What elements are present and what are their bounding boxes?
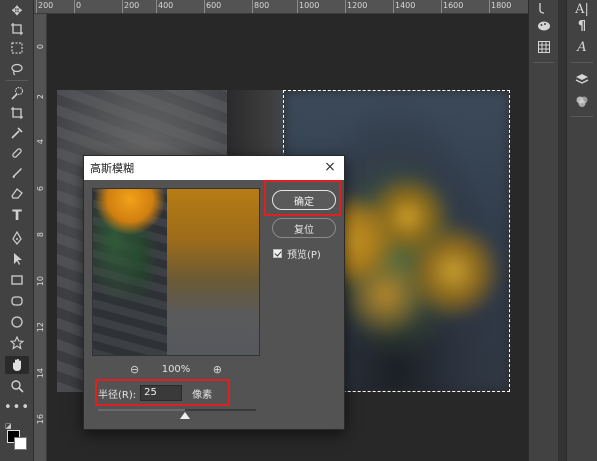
- panel-dock-2: A| ¶ A: [566, 0, 597, 461]
- history-icon[interactable]: [529, 0, 558, 18]
- top-ruler: 200 0 200 400 600 800 1000 1200 1400 160…: [34, 0, 528, 14]
- rectangle-tool-icon[interactable]: [5, 271, 29, 289]
- blur-preview[interactable]: [92, 188, 260, 356]
- panel-dock-1: [528, 0, 558, 461]
- radius-slider-thumb[interactable]: [180, 412, 190, 419]
- glyphs-icon[interactable]: A: [567, 38, 597, 56]
- ruler-label: 1800: [491, 1, 512, 10]
- dialog-titlebar[interactable]: 高斯模糊 ×: [84, 156, 344, 180]
- type-tool-icon[interactable]: T: [5, 207, 29, 225]
- ruler-label: 10: [36, 276, 45, 287]
- zoom-level: 100%: [161, 363, 191, 375]
- ruler-label: 400: [158, 1, 174, 10]
- ruler-label: 16: [36, 414, 45, 425]
- custom-shape-icon[interactable]: [5, 334, 29, 352]
- ruler-label: 6: [36, 186, 45, 192]
- dialog-title: 高斯模糊: [90, 162, 134, 175]
- swatches-icon[interactable]: [529, 38, 558, 56]
- ruler-label: 200: [38, 1, 54, 10]
- preview-checkbox[interactable]: [273, 249, 282, 258]
- highlight-radius-field: [95, 379, 230, 406]
- ruler-label: 800: [254, 1, 270, 10]
- channels-icon[interactable]: [567, 92, 597, 110]
- ruler-label: 1600: [443, 1, 464, 10]
- ruler-label: 0: [76, 1, 82, 10]
- eraser-tool-icon[interactable]: [5, 184, 29, 202]
- character-icon[interactable]: A|: [567, 0, 597, 18]
- ruler-label: 200: [124, 1, 140, 10]
- highlight-ok-button: [264, 180, 341, 216]
- rounded-rect-icon[interactable]: [5, 292, 29, 310]
- ellipse-tool-icon[interactable]: [5, 313, 29, 331]
- ruler-label: 8: [36, 232, 45, 238]
- color-swatches[interactable]: ◪: [5, 422, 29, 452]
- default-colors-icon[interactable]: ◪: [5, 422, 12, 430]
- marquee-tool-icon[interactable]: [5, 39, 29, 57]
- brush-tool-icon[interactable]: [5, 164, 29, 182]
- path-select-icon[interactable]: [5, 250, 29, 268]
- radius-slider[interactable]: [98, 409, 256, 419]
- background-color[interactable]: [14, 437, 27, 450]
- ruler-label: 0: [36, 44, 45, 50]
- left-ruler: 0 2 4 6 8 10 12 14 16: [34, 14, 47, 461]
- photoshop-window: 200 0 200 400 600 800 1000 1200 1400 160…: [0, 0, 597, 461]
- more-tools-icon[interactable]: •••: [4, 398, 29, 416]
- ruler-label: 1200: [347, 1, 368, 10]
- eyedropper-icon[interactable]: [5, 124, 29, 142]
- crop-tool-icon[interactable]: [5, 104, 29, 122]
- zoom-in-icon[interactable]: ⊕: [213, 363, 222, 376]
- preview-checkbox-row[interactable]: 预览(P): [273, 246, 321, 261]
- ruler-label: 2: [36, 94, 45, 100]
- ruler-label: 4: [36, 139, 45, 145]
- tools-panel: ✥ T ••• ◪: [0, 0, 34, 461]
- healing-brush-icon[interactable]: [5, 144, 29, 162]
- hand-tool-icon[interactable]: [5, 356, 29, 374]
- preview-zoom-row: ⊖ 100% ⊕: [92, 362, 260, 376]
- radius-slider-fill: [98, 409, 185, 411]
- quick-select-icon[interactable]: [5, 84, 29, 102]
- move-tool-icon[interactable]: ✥: [5, 2, 29, 20]
- panel-gap: [558, 0, 566, 461]
- paragraph-icon[interactable]: ¶: [567, 17, 597, 35]
- layers-icon[interactable]: [567, 70, 597, 88]
- ruler-label: 1000: [299, 1, 320, 10]
- preview-sharp-area: [93, 189, 167, 355]
- zoom-tool-icon[interactable]: [5, 377, 29, 395]
- reset-button[interactable]: 复位: [272, 218, 336, 238]
- ruler-label: 600: [206, 1, 222, 10]
- preview-checkbox-label: 预览(P): [287, 250, 321, 261]
- adjust-icon[interactable]: [529, 17, 558, 35]
- preview-blurred-area: [167, 189, 259, 355]
- lasso-tool-icon[interactable]: [5, 60, 29, 78]
- ruler-label: 14: [36, 368, 45, 379]
- ruler-label: 12: [36, 322, 45, 333]
- ruler-label: 1400: [395, 1, 416, 10]
- artboard-tool-icon[interactable]: [5, 20, 29, 38]
- zoom-out-icon[interactable]: ⊖: [130, 363, 139, 376]
- close-icon[interactable]: ×: [322, 159, 338, 175]
- pen-tool-icon[interactable]: [5, 229, 29, 247]
